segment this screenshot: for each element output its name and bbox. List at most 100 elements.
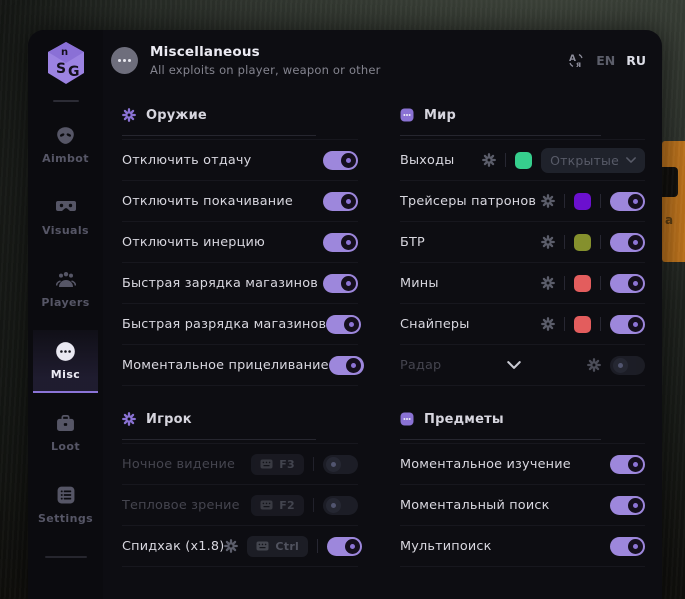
- sidebar-item-visuals[interactable]: Visuals: [33, 186, 98, 247]
- row-controls: [323, 151, 358, 170]
- feature-row: Трейсеры патронов: [400, 181, 645, 222]
- language-switcher: A я EN RU: [567, 52, 646, 69]
- section-title: Предметы: [424, 412, 504, 427]
- control-divider: [564, 276, 565, 290]
- toggle-switch[interactable]: [323, 151, 358, 170]
- color-swatch[interactable]: [515, 152, 532, 169]
- feature-label: Моментальное изучение: [400, 457, 571, 472]
- toggle-switch[interactable]: [610, 537, 645, 556]
- gear-icon[interactable]: [541, 317, 555, 331]
- row-middle: [441, 361, 587, 369]
- hotkey-label: Ctrl: [275, 540, 299, 553]
- sidebar-item-loot[interactable]: Loot: [33, 402, 98, 463]
- sidebar-item-settings[interactable]: Settings: [33, 474, 98, 535]
- gear-icon[interactable]: [541, 276, 555, 290]
- feature-row: Быстрая разрядка магазинов: [122, 304, 358, 345]
- toggle-switch[interactable]: [323, 455, 358, 474]
- color-swatch[interactable]: [574, 193, 591, 210]
- expand-chevron-icon[interactable]: [507, 361, 521, 369]
- feature-row: Отключить покачивание: [122, 181, 358, 222]
- row-controls: [610, 455, 645, 474]
- sidebar-item-aimbot[interactable]: Aimbot: [33, 114, 98, 175]
- section-items: Предметы Моментальное изучение Моментальны…: [400, 408, 645, 567]
- toggle-switch[interactable]: [610, 233, 645, 252]
- toggle-switch[interactable]: [610, 192, 645, 211]
- feature-label: Радар: [400, 358, 441, 373]
- row-controls: [541, 274, 645, 293]
- section-rows: ВыходыОткрытыеТрейсеры патроновБТРМиныСн…: [400, 139, 645, 386]
- feature-row: Мультипоиск: [400, 526, 645, 567]
- feature-label: Спидхак (x1.8): [122, 539, 224, 554]
- toggle-switch[interactable]: [610, 496, 645, 515]
- page-subtitle: All exploits on player, weapon or other: [150, 63, 567, 77]
- section-divider: [400, 439, 601, 440]
- feature-label: Моментальное прицеливание: [122, 358, 329, 373]
- hotkey-badge[interactable]: F2: [251, 495, 304, 516]
- sidebar-item-players[interactable]: Players: [33, 258, 98, 319]
- svg-text:S: S: [56, 61, 66, 77]
- feature-label: Выходы: [400, 153, 454, 168]
- section-title: Мир: [424, 108, 456, 123]
- hotkey-badge[interactable]: Ctrl: [247, 536, 308, 557]
- section-rows: Отключить отдачуОтключить покачиваниеОтк…: [122, 139, 358, 386]
- toggle-switch[interactable]: [326, 315, 361, 334]
- color-swatch[interactable]: [574, 316, 591, 333]
- cheat-menu-panel: S G n Aimbot Visuals Players Misc Loot Settin…: [28, 30, 662, 599]
- lang-en-button[interactable]: EN: [596, 53, 615, 68]
- dropdown-value: Открытые: [550, 153, 619, 168]
- sidebar-item-label: Loot: [51, 440, 80, 453]
- feature-label: Тепловое зрение: [122, 498, 240, 513]
- hotkey-badge[interactable]: F3: [251, 454, 304, 475]
- row-controls: [541, 315, 645, 334]
- control-divider: [600, 194, 601, 208]
- gear-icon[interactable]: [482, 153, 496, 167]
- feature-row: БТР: [400, 222, 645, 263]
- color-swatch[interactable]: [574, 234, 591, 251]
- dots-circle-icon: [55, 341, 76, 361]
- page-title: Miscellaneous: [150, 44, 567, 60]
- sidebar-bottom-divider: [45, 556, 87, 558]
- toggle-switch[interactable]: [610, 356, 645, 375]
- color-swatch[interactable]: [574, 275, 591, 292]
- gear-icon: [122, 108, 136, 122]
- gear-icon[interactable]: [587, 358, 601, 372]
- gear-icon[interactable]: [541, 194, 555, 208]
- toggle-switch[interactable]: [323, 274, 358, 293]
- toggle-switch[interactable]: [610, 455, 645, 474]
- section-title: Оружие: [146, 108, 207, 123]
- translate-icon[interactable]: A я: [567, 52, 585, 69]
- header: Miscellaneous All exploits on player, we…: [103, 30, 662, 90]
- dots-square-icon: [400, 108, 414, 122]
- gear-icon[interactable]: [541, 235, 555, 249]
- sidebar-nav: Aimbot Visuals Players Misc Loot Settings: [28, 112, 103, 544]
- dots-square-icon: [400, 412, 414, 426]
- gear-icon[interactable]: [224, 539, 238, 553]
- row-controls: [541, 233, 645, 252]
- toggle-switch[interactable]: [327, 537, 362, 556]
- sidebar-item-label: Players: [41, 296, 89, 309]
- lang-ru-button[interactable]: RU: [626, 53, 646, 68]
- feature-row: Тепловое зрение F2: [122, 485, 358, 526]
- keyboard-icon: [260, 500, 273, 510]
- dropdown-select[interactable]: Открытые: [541, 148, 645, 173]
- feature-row: Ночное видениеF3: [122, 444, 358, 485]
- section-divider: [122, 135, 316, 136]
- feature-label: Моментальный поиск: [400, 498, 550, 513]
- toggle-switch[interactable]: [329, 356, 364, 375]
- toggle-switch[interactable]: [610, 274, 645, 293]
- app-logo-icon: S G n: [44, 40, 88, 86]
- toggle-switch[interactable]: [323, 496, 358, 515]
- section-weapon: Оружие Отключить отдачу Отключить покачива…: [122, 104, 358, 386]
- control-divider: [317, 539, 318, 553]
- feature-row: Моментальное прицеливание: [122, 345, 358, 386]
- feature-label: БТР: [400, 235, 425, 250]
- feature-label: Отключить отдачу: [122, 153, 251, 168]
- toggle-switch[interactable]: [610, 315, 645, 334]
- row-controls: [610, 537, 645, 556]
- toggle-switch[interactable]: [323, 233, 358, 252]
- row-controls: Ctrl: [224, 536, 362, 557]
- toggle-switch[interactable]: [323, 192, 358, 211]
- sidebar-item-misc[interactable]: Misc: [33, 330, 98, 393]
- row-controls: Открытые: [482, 148, 645, 173]
- section-divider: [122, 439, 316, 440]
